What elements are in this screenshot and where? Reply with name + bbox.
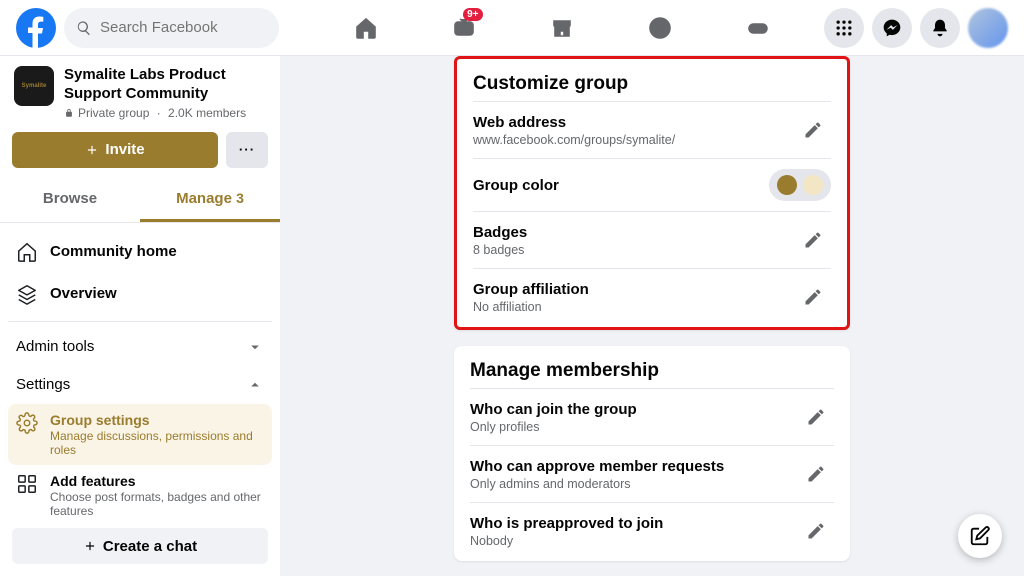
edit-icon[interactable] [798, 513, 834, 549]
row-group-color[interactable]: Group color [473, 158, 831, 211]
grid-icon [16, 473, 38, 495]
color-swatch-1[interactable] [777, 175, 797, 195]
compose-icon [969, 525, 991, 547]
sidebar-overview[interactable]: Overview [8, 273, 272, 315]
sidebar-settings[interactable]: Settings [8, 366, 272, 404]
nav-watch[interactable]: 9+ [419, 4, 509, 52]
card-customize-group: Customize group Web addresswww.facebook.… [454, 56, 850, 330]
search-input-wrap[interactable] [64, 8, 279, 48]
color-swatch-2[interactable] [803, 175, 823, 195]
row-who-join[interactable]: Who can join the groupOnly profiles [470, 388, 834, 445]
chevron-up-icon [246, 376, 264, 394]
layers-icon [16, 283, 38, 305]
home-icon [16, 241, 38, 263]
gear-icon [16, 412, 38, 434]
nav-groups[interactable] [615, 4, 705, 52]
compose-fab[interactable] [958, 514, 1002, 558]
edit-icon[interactable] [795, 112, 831, 148]
plus-icon [85, 143, 99, 157]
row-who-approve[interactable]: Who can approve member requestsOnly admi… [470, 445, 834, 502]
group-meta: Private group · 2.0K members [64, 106, 266, 120]
profile-avatar[interactable] [968, 8, 1008, 48]
row-affiliation[interactable]: Group affiliationNo affiliation [473, 268, 831, 325]
tab-browse[interactable]: Browse [0, 178, 140, 222]
facebook-logo[interactable] [16, 8, 56, 48]
messenger-button[interactable] [872, 8, 912, 48]
card-manage-membership: Manage membership Who can join the group… [454, 346, 850, 561]
sidebar-support[interactable]: Support [8, 564, 272, 576]
edit-icon[interactable] [798, 456, 834, 492]
chevron-down-icon [246, 338, 264, 356]
edit-icon[interactable] [795, 279, 831, 315]
lock-icon [64, 108, 74, 118]
row-preapproved[interactable]: Who is preapproved to joinNobody [470, 502, 834, 559]
nav-gaming[interactable] [713, 4, 803, 52]
sidebar-group-settings[interactable]: Group settingsManage discussions, permis… [8, 404, 272, 465]
sidebar-add-features[interactable]: Add featuresChoose post formats, badges … [8, 465, 272, 526]
row-badges[interactable]: Badges8 badges [473, 211, 831, 268]
color-picker[interactable] [769, 169, 831, 201]
edit-icon[interactable] [795, 222, 831, 258]
group-name[interactable]: Symalite Labs Product Support Community [64, 66, 266, 104]
row-web-address[interactable]: Web addresswww.facebook.com/groups/symal… [473, 101, 831, 158]
card-title: Manage membership [470, 360, 834, 382]
invite-button[interactable]: Invite [12, 132, 218, 168]
create-chat-button[interactable]: Create a chat [12, 528, 268, 564]
search-icon [76, 20, 92, 36]
more-button[interactable]: ··· [226, 132, 268, 168]
edit-icon[interactable] [798, 399, 834, 435]
sidebar-admin-tools[interactable]: Admin tools [8, 328, 272, 366]
nav-watch-badge: 9+ [463, 8, 482, 21]
plus-icon [83, 539, 97, 553]
card-title: Customize group [473, 73, 831, 95]
notifications-button[interactable] [920, 8, 960, 48]
nav-marketplace[interactable] [517, 4, 607, 52]
search-input[interactable] [100, 19, 260, 36]
menu-button[interactable] [824, 8, 864, 48]
sidebar-community-home[interactable]: Community home [8, 231, 272, 273]
group-thumbnail[interactable]: Symalite [14, 66, 54, 106]
nav-home[interactable] [321, 4, 411, 52]
tab-manage[interactable]: Manage 3 [140, 178, 280, 222]
